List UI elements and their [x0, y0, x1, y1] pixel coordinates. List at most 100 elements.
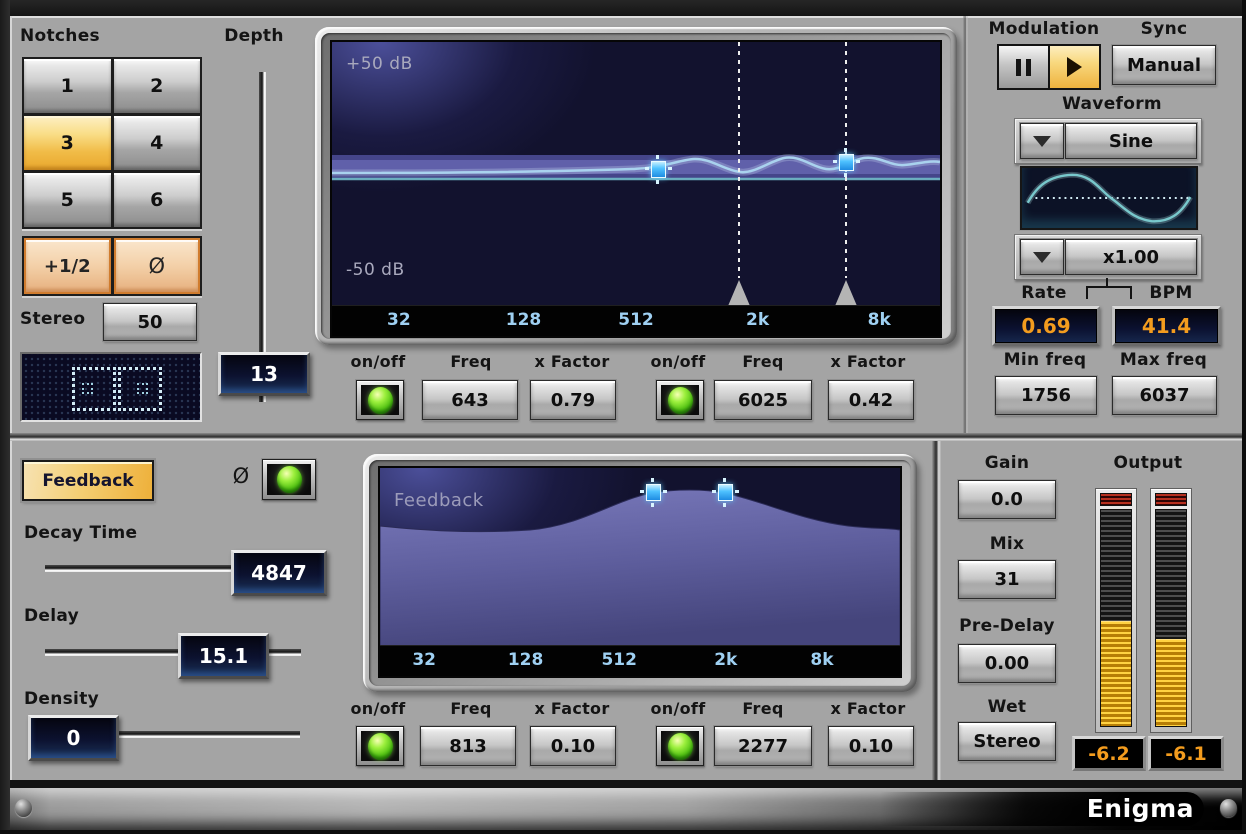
- freq-label: Freq: [424, 352, 518, 371]
- depth-slider-handle[interactable]: 13: [218, 352, 310, 396]
- freq-label: Freq: [424, 699, 518, 718]
- onoff-label: on/off: [640, 352, 716, 371]
- stereo-right-square-icon: [118, 367, 162, 411]
- fb1-onoff-led-button[interactable]: [356, 726, 404, 766]
- stereo-rotation-display: [20, 352, 202, 422]
- footer-ornament-icon: [1220, 799, 1237, 817]
- pause-icon: [1026, 59, 1031, 76]
- notch2-onoff-led-button[interactable]: [656, 380, 704, 420]
- bpm-value-display[interactable]: 41.4: [1112, 306, 1221, 346]
- waveform-dropdown-button[interactable]: [1020, 123, 1064, 159]
- meter-level: [1156, 640, 1186, 726]
- rate-value-display[interactable]: 0.69: [992, 306, 1100, 346]
- waveform-preview-display: [1020, 166, 1198, 230]
- fb1-xfactor-value-button[interactable]: 0.10: [530, 726, 616, 766]
- surface-highlight: [10, 16, 12, 830]
- feedback-onoff-led-button[interactable]: [262, 459, 316, 500]
- bpm-label: BPM: [1136, 283, 1206, 303]
- fb1-freq-value-button[interactable]: 813: [420, 726, 516, 766]
- meter-scale: [1155, 509, 1187, 727]
- output-meter-left: [1095, 488, 1137, 733]
- notch-button-4[interactable]: 4: [114, 116, 201, 170]
- notch1-freq-value-button[interactable]: 643: [422, 380, 518, 420]
- freq-marker-triangle-icon[interactable]: [728, 280, 750, 306]
- axis-tick: 2k: [714, 650, 737, 670]
- notch-button-3-active[interactable]: 3: [24, 116, 111, 170]
- rate-bpm-bracket: [1086, 286, 1132, 299]
- feedback-node-handle[interactable]: [646, 484, 661, 501]
- xfactor-label: x Factor: [528, 352, 616, 371]
- chassis-edge-left: [0, 0, 10, 834]
- notch-button-1[interactable]: 1: [24, 59, 111, 113]
- axis-tick: 32: [387, 310, 411, 330]
- xfactor-label: x Factor: [824, 352, 912, 371]
- feedback-axis-bar: 32 128 512 2k 8k: [380, 645, 900, 676]
- wet-mode-button[interactable]: Stereo: [958, 722, 1056, 761]
- db-min-label: -50 dB: [346, 260, 405, 280]
- axis-tick: 512: [601, 650, 637, 670]
- stereo-left-square-icon: [72, 367, 116, 411]
- pause-button[interactable]: [999, 46, 1048, 88]
- mix-value-button[interactable]: 31: [958, 560, 1056, 599]
- half-notch-button[interactable]: +1/2: [24, 238, 111, 294]
- maxfreq-value-button[interactable]: 6037: [1112, 376, 1217, 415]
- maxfreq-label: Max freq: [1112, 350, 1215, 370]
- axis-tick: 512: [618, 310, 654, 330]
- sync-mode-button[interactable]: Manual: [1112, 45, 1216, 85]
- chevron-down-icon: [1033, 136, 1051, 147]
- notch1-onoff-led-button[interactable]: [356, 380, 404, 420]
- modulation-transport: [997, 44, 1101, 90]
- eq-display-frame: +50 dB -50 dB 32 128 512 2k 8k: [315, 27, 957, 345]
- mix-label: Mix: [962, 534, 1052, 554]
- fb2-xfactor-value-button[interactable]: 0.10: [828, 726, 914, 766]
- notch-node-handle[interactable]: [839, 154, 854, 171]
- rate-label: Rate: [1004, 283, 1084, 303]
- decay-time-label: Decay Time: [24, 523, 144, 543]
- notch-button-6[interactable]: 6: [114, 173, 201, 227]
- fb2-onoff-led-button[interactable]: [656, 726, 704, 766]
- minfreq-value-button[interactable]: 1756: [995, 376, 1097, 415]
- freq-marker-triangle-icon[interactable]: [835, 280, 857, 306]
- eq-display-screen: +50 dB -50 dB 32 128 512 2k 8k: [330, 40, 942, 338]
- enigma-plugin-window: Notches 1 2 3 4 5 6 +1/2 Ø Stereo 50 Dep…: [0, 0, 1246, 834]
- green-led-icon: [368, 387, 393, 414]
- density-label: Density: [24, 689, 104, 709]
- notch-button-2[interactable]: 2: [114, 59, 201, 113]
- eq-axis-bar: 32 128 512 2k 8k: [332, 305, 940, 336]
- notch-node-handle[interactable]: [651, 161, 666, 178]
- waveform-value-button[interactable]: Sine: [1065, 123, 1197, 159]
- play-button[interactable]: [1050, 46, 1099, 88]
- notch2-freq-value-button[interactable]: 6025: [714, 380, 812, 420]
- minfreq-label: Min freq: [995, 350, 1095, 370]
- predelay-value-button[interactable]: 0.00: [958, 644, 1056, 683]
- waveform-select-tray: Sine: [1014, 118, 1202, 164]
- fb2-freq-value-button[interactable]: 2277: [714, 726, 812, 766]
- multiplier-dropdown-button[interactable]: [1020, 239, 1064, 275]
- stereo-dot-icon: [137, 383, 148, 394]
- phase-label: Ø: [224, 464, 258, 488]
- notch1-xfactor-value-button[interactable]: 0.79: [530, 380, 616, 420]
- decay-slider-handle[interactable]: 4847: [231, 550, 327, 596]
- wet-label: Wet: [962, 697, 1052, 717]
- density-slider-handle[interactable]: 0: [28, 715, 119, 761]
- delay-slider-handle[interactable]: 15.1: [178, 633, 269, 679]
- phase-button[interactable]: Ø: [114, 238, 201, 294]
- predelay-label: Pre-Delay: [952, 616, 1062, 636]
- feedback-mode-button[interactable]: Feedback: [22, 460, 154, 501]
- section-divider: [10, 433, 1242, 441]
- axis-tick: 32: [412, 650, 436, 670]
- axis-tick: 128: [506, 310, 542, 330]
- pause-icon: [1016, 59, 1021, 76]
- notch-button-5[interactable]: 5: [24, 173, 111, 227]
- stereo-value-button[interactable]: 50: [103, 303, 197, 341]
- notch2-xfactor-value-button[interactable]: 0.42: [828, 380, 914, 420]
- panel-divider: [963, 16, 968, 435]
- meter-left-db-display: -6.2: [1072, 736, 1146, 771]
- feedback-node-handle[interactable]: [718, 484, 733, 501]
- gain-value-button[interactable]: 0.0: [958, 480, 1056, 519]
- freq-label: Freq: [716, 352, 810, 371]
- multiplier-value-button[interactable]: x1.00: [1065, 239, 1197, 275]
- delay-label: Delay: [24, 606, 84, 626]
- green-led-icon: [368, 733, 393, 760]
- axis-tick: 2k: [746, 310, 769, 330]
